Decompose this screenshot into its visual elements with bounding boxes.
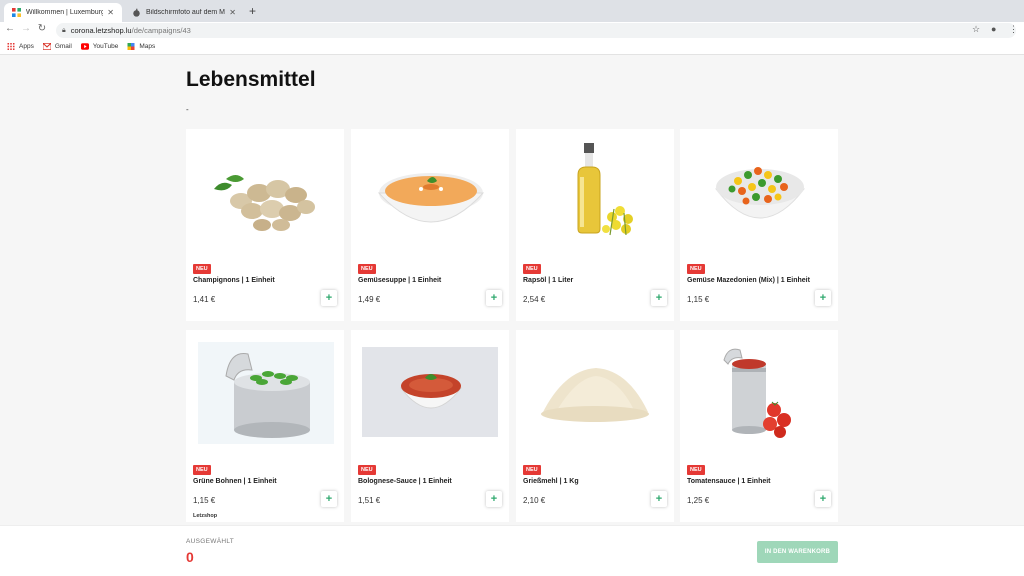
page-subtitle: - <box>186 105 189 114</box>
bookmark-star-icon[interactable]: ☆ <box>972 24 980 35</box>
product-card-rapsoel[interactable]: NEU Rapsöl | 1 Liter 2,54 € + <box>516 129 674 321</box>
mixed-vegetables-image[interactable] <box>680 129 838 255</box>
product-card-gemuesesuppe[interactable]: NEU Gemüsesuppe | 1 Einheit 1,49 € + <box>351 129 509 321</box>
bookmarks-bar: Apps Gmail YouTube Maps <box>0 39 1024 55</box>
gmail-icon <box>42 43 51 50</box>
url-path: /de/campaigns/43 <box>131 26 191 35</box>
tab-bildschirmfoto[interactable]: Bildschirmfoto auf dem Mac e... ✕ <box>124 3 244 22</box>
product-name[interactable]: Grießmehl | 1 Kg <box>523 478 579 485</box>
product-name[interactable]: Gemüse Mazedonien (Mix) | 1 Einheit <box>687 277 810 284</box>
new-tab-icon[interactable]: + <box>249 4 256 18</box>
mushrooms-image[interactable] <box>186 129 344 255</box>
product-price: 2,10 € <box>523 496 546 505</box>
new-badge: NEU <box>193 264 211 274</box>
maps-icon <box>127 43 135 50</box>
new-badge: NEU <box>687 264 705 274</box>
product-card-champignons[interactable]: NEU Champignons | 1 Einheit 1,41 € + <box>186 129 344 321</box>
close-tab-icon[interactable]: ✕ <box>229 8 236 17</box>
forward-icon[interactable]: → <box>19 23 33 34</box>
add-to-cart-button[interactable]: + <box>815 491 831 507</box>
tab-title: Bildschirmfoto auf dem Mac e... <box>146 9 225 16</box>
tomato-can-image[interactable] <box>680 330 838 456</box>
product-name[interactable]: Grüne Bohnen | 1 Einheit <box>193 478 277 485</box>
add-to-cart-button[interactable]: + <box>486 290 502 306</box>
apple-icon <box>133 8 140 17</box>
bookmark-apps[interactable]: Apps <box>7 43 34 50</box>
product-price: 2,54 € <box>523 295 546 304</box>
add-to-cart-button[interactable]: + <box>651 290 667 306</box>
url-host: corona.letzshop.lu <box>70 26 132 35</box>
add-to-cart-button[interactable]: + <box>486 491 502 507</box>
product-price: 1,41 € <box>193 295 216 304</box>
apps-grid-icon <box>7 43 15 50</box>
bookmark-label: YouTube <box>92 43 119 50</box>
new-badge: NEU <box>523 264 541 274</box>
new-badge: NEU <box>358 465 376 475</box>
cart-footer: AUSGEWÄHLT 0 IN DEN WARENKORB <box>0 525 1024 576</box>
product-card-gruene-bohnen[interactable]: NEU Grüne Bohnen | 1 Einheit 1,15 € + Le… <box>186 330 344 522</box>
bookmark-label: Apps <box>19 43 34 50</box>
close-tab-icon[interactable]: ✕ <box>107 8 114 17</box>
menu-kebab-icon[interactable]: ⋮ <box>1009 24 1018 35</box>
product-price: 1,51 € <box>358 496 381 505</box>
letzshop-favicon-icon <box>12 8 21 17</box>
product-name[interactable]: Gemüsesuppe | 1 Einheit <box>358 277 441 284</box>
add-to-basket-button[interactable]: IN DEN WARENKORB <box>757 541 838 563</box>
new-badge: NEU <box>193 465 211 475</box>
soup-image[interactable] <box>351 129 509 255</box>
bookmark-label: Gmail <box>54 43 72 50</box>
add-to-cart-button[interactable]: + <box>651 491 667 507</box>
product-name[interactable]: Champignons | 1 Einheit <box>193 277 275 284</box>
page-title: Lebensmittel <box>186 68 316 91</box>
profile-icon[interactable]: ● <box>991 24 996 34</box>
youtube-icon <box>80 43 89 50</box>
product-price: 1,49 € <box>358 295 381 304</box>
product-card-griessmehl[interactable]: NEU Grießmehl | 1 Kg 2,10 € + <box>516 330 674 522</box>
semolina-image[interactable] <box>516 330 674 456</box>
oil-bottle-image[interactable] <box>516 129 674 255</box>
new-badge: NEU <box>358 264 376 274</box>
product-price: 1,25 € <box>687 496 710 505</box>
product-card-gemuese-mazedonien[interactable]: NEU Gemüse Mazedonien (Mix) | 1 Einheit … <box>680 129 838 321</box>
bookmark-youtube[interactable]: YouTube <box>80 43 119 50</box>
bookmark-label: Maps <box>139 43 156 50</box>
product-card-bolognese-sauce[interactable]: NEU Bolognese-Sauce | 1 Einheit 1,51 € + <box>351 330 509 522</box>
bolognese-image[interactable] <box>351 330 509 456</box>
back-icon[interactable]: ← <box>3 23 17 34</box>
product-card-tomatensauce[interactable]: NEU Tomatensauce | 1 Einheit 1,25 € + <box>680 330 838 522</box>
new-badge: NEU <box>523 465 541 475</box>
bookmark-maps[interactable]: Maps <box>127 43 155 50</box>
new-badge: NEU <box>687 465 705 475</box>
bookmark-gmail[interactable]: Gmail <box>42 43 72 50</box>
tab-bar: Willkommen | Luxemburg ✕ Bildschirmfoto … <box>0 0 1024 22</box>
seller-label: Letzshop <box>193 513 218 519</box>
address-bar: ← → ↻ 🔒︎ corona.letzshop.lu/de/campaigns… <box>0 22 1024 39</box>
green-beans-can-image[interactable] <box>186 330 344 456</box>
product-name[interactable]: Rapsöl | 1 Liter <box>523 277 573 284</box>
reload-icon[interactable]: ↻ <box>35 23 49 34</box>
url-field[interactable]: 🔒︎ corona.letzshop.lu/de/campaigns/43 <box>56 23 1016 38</box>
product-price: 1,15 € <box>193 496 216 505</box>
selected-label: AUSGEWÄHLT <box>186 538 235 545</box>
product-name[interactable]: Bolognese-Sauce | 1 Einheit <box>358 478 452 485</box>
add-to-cart-button[interactable]: + <box>815 290 831 306</box>
add-to-cart-button[interactable]: + <box>321 491 337 507</box>
tab-willkommen[interactable]: Willkommen | Luxemburg ✕ <box>4 3 122 22</box>
lock-icon: 🔒︎ <box>62 26 66 34</box>
selected-count: 0 <box>186 549 194 565</box>
add-to-cart-button[interactable]: + <box>321 290 337 306</box>
product-price: 1,15 € <box>687 295 710 304</box>
tab-title: Willkommen | Luxemburg <box>26 9 104 16</box>
product-name[interactable]: Tomatensauce | 1 Einheit <box>687 478 771 485</box>
